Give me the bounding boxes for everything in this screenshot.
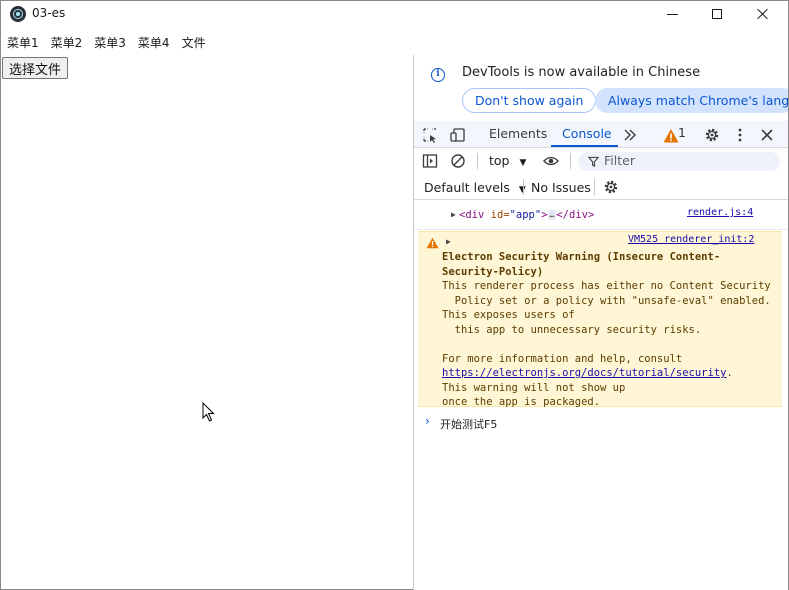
- info-icon: i: [431, 68, 445, 82]
- console-toolbar: top ▼ Filter: [414, 148, 788, 174]
- settings-gear-icon[interactable]: [704, 127, 720, 143]
- warning-body-line: this app to unnecessary security risks.: [442, 323, 702, 336]
- expand-triangle-icon[interactable]: ▶: [446, 237, 451, 246]
- menu-bar: 菜单1 菜单2 菜单3 菜单4 文件: [1, 32, 212, 52]
- expand-triangle-icon[interactable]: ▶: [451, 210, 456, 219]
- security-docs-link[interactable]: https://electronjs.org/docs/tutorial/sec…: [442, 367, 726, 379]
- link-suffix: .: [726, 367, 733, 379]
- menu-item-2[interactable]: 菜单2: [45, 32, 89, 52]
- minimize-icon: [666, 13, 678, 15]
- dont-show-again-button[interactable]: Don't show again: [462, 88, 597, 113]
- console-prompt-chevron-icon: ›: [425, 414, 430, 428]
- close-icon: [757, 8, 769, 20]
- maximize-button[interactable]: [694, 1, 740, 27]
- devtools-panel: i DevTools is now available in Chinese D…: [413, 55, 788, 590]
- console-warning-entry: ▶ VM525 renderer_init:2 Electron Securit…: [418, 231, 782, 410]
- more-options-icon[interactable]: [732, 127, 748, 143]
- app-window: 03-es 菜单1 菜单2 菜单3 菜单4 文件 选择文件 i DevTools…: [0, 0, 789, 590]
- window-title: 03-es: [32, 6, 66, 20]
- tag-end: </div>: [556, 209, 595, 221]
- console-levels-bar: Default levels ▼ No Issues: [414, 174, 788, 200]
- menu-item-1[interactable]: 菜单1: [1, 32, 45, 52]
- log-levels-dropdown[interactable]: Default levels ▼: [424, 180, 526, 195]
- close-button[interactable]: [740, 1, 786, 27]
- warning-body-line: This exposes users of: [442, 309, 575, 321]
- maximize-icon: [712, 9, 722, 19]
- source-link-renderer-init[interactable]: VM525 renderer_init:2: [628, 234, 754, 245]
- context-selector-label: top: [489, 153, 510, 168]
- toolbar-divider: [570, 153, 571, 169]
- warning-body-line: Policy set or a policy with "unsafe-eval…: [442, 294, 771, 307]
- attr-value: "app": [509, 209, 542, 221]
- more-tabs-chevron-icon[interactable]: [622, 127, 638, 143]
- console-entry-dom-node[interactable]: ▶ <div id="app">… </div> render.js:4: [414, 206, 788, 230]
- console-settings-gear-icon[interactable]: [603, 179, 619, 195]
- dropdown-arrow-icon: ▼: [519, 158, 527, 168]
- device-toolbar-icon[interactable]: [450, 127, 466, 143]
- toolbar-divider: [477, 153, 478, 169]
- minimize-button[interactable]: [649, 1, 695, 27]
- tag-close-bracket: >: [541, 209, 548, 221]
- warning-icon[interactable]: [663, 128, 679, 144]
- title-bar[interactable]: 03-es: [1, 1, 788, 29]
- console-messages: ▶ <div id="app">… </div> render.js:4 ▶ VM…: [414, 201, 788, 590]
- active-tab-indicator: [551, 145, 618, 147]
- warning-tail-line: This warning will not show up: [442, 381, 626, 394]
- menu-item-4[interactable]: 菜单4: [132, 32, 176, 52]
- tab-console[interactable]: Console: [562, 126, 612, 141]
- show-sidebar-icon[interactable]: [422, 153, 438, 169]
- menu-item-3[interactable]: 菜单3: [88, 32, 132, 52]
- infobar-message: DevTools is now available in Chinese: [462, 65, 701, 80]
- console-filter-input[interactable]: Filter: [578, 152, 780, 171]
- clear-console-icon[interactable]: [450, 153, 466, 169]
- issues-counter[interactable]: No Issues: [531, 180, 591, 195]
- warning-title-line1: Electron Security Warning (Insecure Cont…: [442, 251, 721, 263]
- warning-message: Electron Security Warning (Insecure Cont…: [442, 250, 778, 410]
- close-devtools-icon[interactable]: [759, 127, 775, 143]
- choose-file-button[interactable]: 选择文件: [2, 57, 69, 79]
- console-entry-log: › 开始测试F5: [414, 413, 788, 433]
- warning-count[interactable]: 1: [678, 125, 686, 140]
- language-infobar: i DevTools is now available in Chinese D…: [414, 55, 788, 121]
- inspect-element-icon[interactable]: [422, 127, 438, 143]
- tag-open: <div: [459, 209, 485, 221]
- toolbar-divider: [523, 179, 524, 195]
- dom-node-preview: <div id="app">… </div>: [459, 209, 594, 221]
- context-selector[interactable]: top ▼: [489, 153, 526, 168]
- attr-name: id=: [484, 209, 510, 221]
- toolbar-divider: [594, 179, 595, 195]
- source-link-render-js[interactable]: render.js:4: [687, 207, 753, 218]
- menu-item-file[interactable]: 文件: [176, 32, 212, 52]
- log-levels-label: Default levels: [424, 180, 510, 195]
- tab-elements[interactable]: Elements: [489, 126, 547, 141]
- warning-triangle-icon: [426, 237, 439, 249]
- live-expression-eye-icon[interactable]: [543, 153, 559, 169]
- filter-placeholder: Filter: [604, 153, 635, 168]
- filter-funnel-icon: [588, 156, 599, 167]
- warning-body-line: For more information and help, consult: [442, 352, 683, 365]
- warning-title-line2: Security-Policy): [442, 265, 544, 278]
- devtools-tab-bar: Elements Console 1: [414, 121, 788, 148]
- warning-body-line: This renderer process has either no Cont…: [442, 280, 771, 292]
- always-match-language-button[interactable]: Always match Chrome's language: [595, 88, 788, 113]
- mouse-cursor-icon: [202, 402, 215, 422]
- warning-tail-line: once the app is packaged.: [442, 396, 601, 408]
- log-message: 开始测试F5: [440, 418, 498, 431]
- electron-app-icon: [10, 6, 26, 22]
